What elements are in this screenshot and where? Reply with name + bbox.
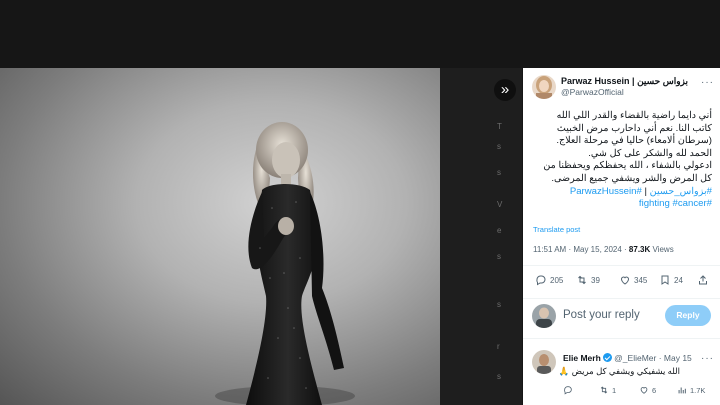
heart-icon	[640, 387, 648, 394]
reply-like-action[interactable]: 6	[639, 385, 656, 395]
divider	[523, 338, 720, 339]
strip-char: s	[497, 168, 501, 177]
reply-reply-action[interactable]	[563, 385, 573, 395]
post-time[interactable]: 11:51 AM	[533, 245, 566, 254]
share-action[interactable]	[697, 274, 709, 286]
verified-badge-icon	[602, 353, 612, 362]
translate-post-link[interactable]: Translate post	[533, 225, 580, 234]
hashtag-line: #fighting #cancer	[528, 198, 712, 211]
reply-action[interactable]: 205	[535, 274, 563, 286]
reply-views-action[interactable]: 1.7K	[677, 385, 705, 395]
tweet-line: أني دايما راضية بالقضاء والقدر اللي الله	[556, 110, 712, 121]
hashtag-link[interactable]: #cancer	[673, 198, 707, 209]
reply-input[interactable]: Post your reply	[563, 309, 640, 321]
author-avatar[interactable]	[532, 75, 556, 99]
views-count: 87.3K	[628, 245, 651, 254]
divider	[523, 298, 720, 299]
tweet-line: الحمد لله والشكر على كل شي.	[588, 147, 712, 159]
bookmark-action[interactable]: 24	[659, 274, 683, 286]
hashtag-separator: |	[644, 185, 647, 197]
tweet-line: كل المرض والشر ويشفي جميع المرضى.	[551, 172, 712, 184]
repost-action[interactable]: 39	[576, 274, 600, 286]
tweet-line: ادعولي بالشفاء ، الله يحفظكم ويحفظنا من	[543, 160, 712, 172]
author-handle[interactable]: @ParwazOfficial	[561, 87, 624, 97]
reply-more-options-icon[interactable]: ···	[701, 353, 714, 364]
tweet-text: أني دايما راضية بالقضاء والقدر اللي الله…	[528, 110, 712, 211]
reply-repost-count: 1	[612, 385, 617, 395]
reply-actions: 1 6 1.7K	[561, 385, 720, 399]
hashtag-link[interactable]: #ParwazHussein	[570, 186, 642, 197]
reply-icon	[536, 275, 546, 286]
reply-repost-action[interactable]: 1	[599, 385, 616, 395]
reply-date[interactable]: · May 15	[659, 353, 692, 363]
reply-views-count: 1.7K	[690, 385, 706, 395]
tweet-line: كاتب النا. نعم أني داحارب مرض الخبيث	[556, 122, 712, 134]
share-icon	[699, 275, 707, 285]
strip-char: s	[497, 300, 501, 309]
more-options-icon[interactable]: ···	[701, 77, 714, 88]
reply-author-handle[interactable]: @_ElieMer	[614, 353, 656, 363]
repost-count: 39	[591, 275, 600, 285]
repost-icon	[578, 275, 586, 285]
strip-char: r	[497, 342, 500, 351]
hashtag-link[interactable]: #بزواس_حسين	[650, 186, 712, 197]
post-date[interactable]: May 15, 2024	[573, 245, 621, 254]
strip-char: T	[497, 122, 502, 131]
strip-char: e	[497, 226, 502, 235]
expand-panel-button[interactable]: »	[494, 79, 516, 101]
top-backdrop	[0, 0, 720, 68]
tweet-line: (سرطان ألامعاء) حاليا في مرحلة العلاج.	[556, 135, 712, 147]
author-name[interactable]: Parwaz Hussein | بزواس حسين	[561, 76, 688, 87]
reply-header: Elie Merh @_ElieMer · May 15	[563, 353, 692, 363]
post-meta: 11:51 AM · May 15, 2024 · 87.3K Views	[533, 245, 674, 254]
bookmark-icon	[661, 275, 669, 285]
photo-woman-black-gown	[215, 122, 355, 405]
divider	[523, 265, 720, 266]
current-user-avatar[interactable]	[532, 304, 556, 328]
tweet-panel: Parwaz Hussein | بزواس حسين @ParwazOffic…	[523, 68, 720, 405]
views-label: Views	[652, 245, 674, 254]
reply-icon	[564, 386, 572, 395]
reply-count: 205	[550, 275, 564, 285]
reply-author-avatar[interactable]	[532, 350, 556, 374]
bookmark-count: 24	[674, 275, 683, 285]
views-chart-icon	[678, 387, 686, 394]
heart-icon	[620, 276, 630, 285]
reply-button[interactable]: Reply	[665, 305, 711, 326]
like-action[interactable]: 345	[619, 274, 647, 286]
repost-icon	[600, 386, 608, 394]
chevron-double-right-icon: »	[500, 81, 510, 98]
strip-char: V	[497, 200, 503, 209]
like-count: 345	[634, 275, 648, 285]
strip-char: s	[497, 142, 501, 151]
reply-like-count: 6	[652, 385, 657, 395]
media-viewer[interactable]	[0, 68, 522, 405]
strip-char: s	[497, 252, 501, 261]
post-actions: 205 39 345 24	[523, 274, 720, 290]
media-side-strip	[440, 68, 522, 405]
reply-author-name[interactable]: Elie Merh	[563, 353, 601, 363]
strip-char: s	[497, 372, 501, 381]
hashtag-line: #بزواس_حسين | #ParwazHussein	[528, 186, 712, 199]
reply-text: الله يشفيكي ويشفي كل مريض 🙏	[558, 366, 680, 376]
